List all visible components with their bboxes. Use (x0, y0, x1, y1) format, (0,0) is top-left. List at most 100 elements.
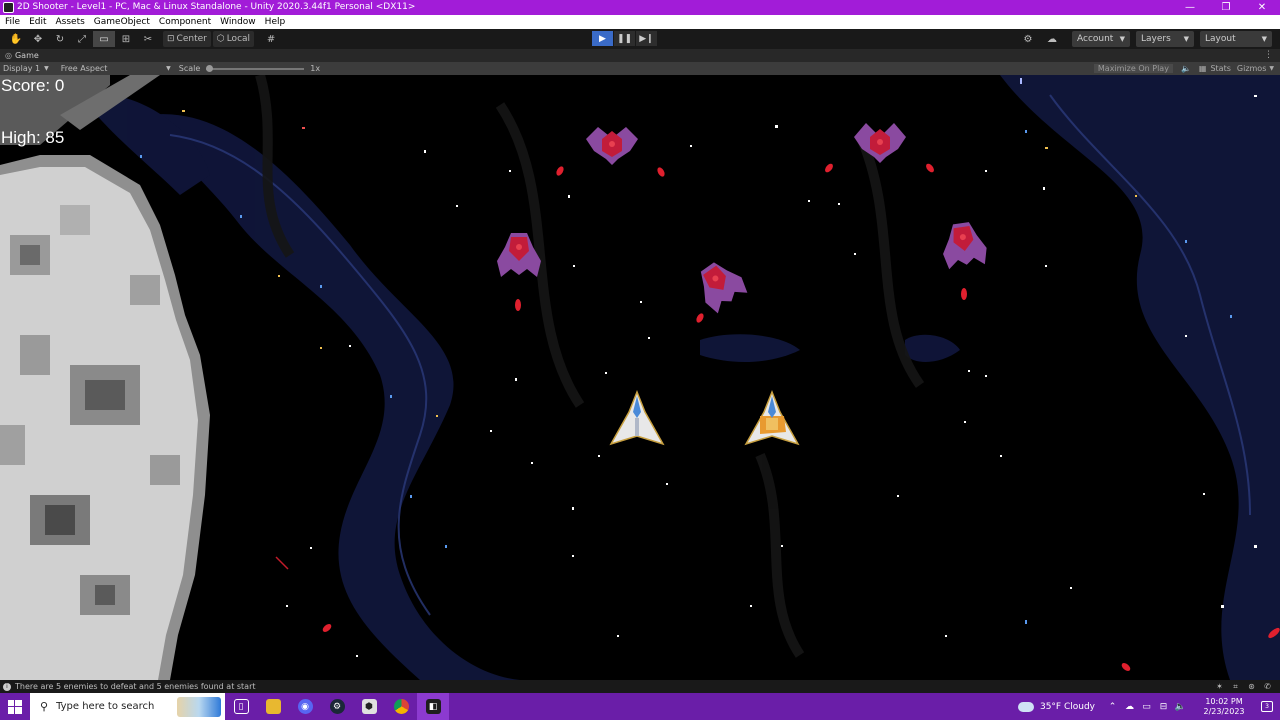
search-highlight-image (177, 697, 221, 717)
game-view[interactable]: Score: 0 High: 85 (0, 75, 1280, 680)
game-tab-row: ◎ Game ⋮ (0, 49, 1280, 62)
pause-button[interactable]: ❚❚ (614, 31, 636, 46)
account-label: Account (1077, 34, 1114, 44)
task-view-icon: ▯ (233, 699, 249, 714)
unity-editor-window: 2D Shooter - Level1 - PC, Mac & Linux St… (0, 0, 1280, 720)
pivot-icon: ⊡ (167, 34, 175, 44)
menu-component[interactable]: Component (159, 15, 211, 29)
mute-audio-icon[interactable]: 🔈 (1181, 64, 1191, 73)
rotate-tool-icon[interactable]: ↻ (49, 31, 71, 47)
scale-label: Scale (178, 64, 201, 73)
tab-game[interactable]: Game (15, 51, 39, 60)
weather-widget[interactable]: 35°F Cloudy (1017, 701, 1095, 712)
aspect-dropdown[interactable]: Free Aspect ▼ (61, 64, 171, 73)
rect-tool-icon[interactable]: ▭ (93, 31, 115, 47)
move-tool-icon[interactable]: ✥ (27, 31, 49, 47)
chevron-down-icon[interactable]: ▼ (1269, 65, 1274, 72)
console-status-bar[interactable]: i There are 5 enemies to defeat and 5 en… (0, 680, 1280, 693)
display-dropdown[interactable]: Display 1 ▼ (3, 64, 49, 73)
step-button[interactable]: ▶❙ (636, 31, 658, 46)
network-icon[interactable]: ⊟ (1156, 702, 1171, 712)
player-ship-shielded (744, 389, 800, 446)
notification-center-button[interactable]: 3 (1254, 693, 1280, 720)
game-controller-icon: ◎ (5, 51, 12, 60)
more-options-icon[interactable]: ⋮ (1264, 49, 1273, 62)
steam-button[interactable]: ⚙ (321, 693, 353, 720)
scale-tool-icon[interactable]: ⤢ (71, 31, 93, 47)
main-toolbar: ✋ ✥ ↻ ⤢ ▭ ⊞ ✂ ⊡ Center ⬡ Local # ▶ ❚❚ ▶❙… (0, 29, 1280, 49)
battery-icon[interactable]: ▭ (1139, 702, 1154, 712)
hand-tool-icon[interactable]: ✋ (5, 31, 27, 47)
cloud-icon[interactable]: ☁ (1042, 31, 1062, 47)
chrome-icon (393, 699, 409, 714)
minimize-button[interactable]: — (1172, 0, 1208, 15)
play-controls: ▶ ❚❚ ▶❙ (592, 31, 658, 46)
layout-dropdown[interactable]: Layout ▼ (1200, 31, 1272, 47)
visual-studio-button[interactable]: ◧ (417, 693, 449, 720)
enemy-ship (586, 127, 638, 165)
feedback-icon[interactable]: ✆ (1261, 682, 1274, 691)
menu-help[interactable]: Help (265, 15, 286, 29)
menu-gameobject[interactable]: GameObject (94, 15, 150, 29)
discord-button[interactable]: ◉ (289, 693, 321, 720)
enemy-ship (700, 262, 748, 314)
chevron-up-icon[interactable]: ⌃ (1105, 702, 1120, 712)
chevron-down-icon: ▼ (44, 65, 49, 72)
account-dropdown[interactable]: Account ▼ (1072, 31, 1130, 47)
maximize-button[interactable]: ❐ (1208, 0, 1244, 15)
transform-tools: ✋ ✥ ↻ ⤢ ▭ ⊞ ✂ (5, 31, 159, 47)
local-space-icon: ⬡ (216, 34, 225, 44)
window-title: 2D Shooter - Level1 - PC, Mac & Linux St… (17, 2, 416, 12)
scale-slider[interactable] (206, 64, 305, 72)
play-button[interactable]: ▶ (592, 31, 614, 46)
custom-tool-icon[interactable]: ✂ (137, 31, 159, 47)
taskbar-search-input[interactable]: ⚲ Type here to search (30, 693, 225, 720)
pivot-toggle-button[interactable]: ⊡ Center (163, 31, 211, 47)
onedrive-icon[interactable]: ☁ (1122, 702, 1137, 712)
layers-dropdown[interactable]: Layers ▼ (1136, 31, 1194, 47)
chevron-down-icon: ▼ (166, 65, 171, 72)
game-view-options: Maximize On Play 🔈 ▦ Stats Gizmos ▼ (1086, 62, 1274, 75)
network-icon[interactable]: ⌗ (1229, 682, 1242, 692)
clock-time: 10:02 PM (1205, 696, 1243, 706)
aspect-label: Free Aspect (60, 64, 108, 73)
weather-text: 35°F Cloudy (1039, 701, 1095, 712)
taskbar-clock[interactable]: 10:02 PM 2/23/2023 (1194, 697, 1254, 717)
discord-icon: ◉ (297, 699, 313, 714)
menu-file[interactable]: File (5, 15, 20, 29)
scale-control: Scale 1x (179, 64, 320, 73)
status-icons: ✶ ⌗ ⊛ ✆ (1210, 680, 1274, 693)
transform-tool-icon[interactable]: ⊞ (115, 31, 137, 47)
space-label: Local (226, 34, 251, 44)
visual-studio-icon: ◧ (425, 699, 441, 714)
menu-assets[interactable]: Assets (56, 15, 85, 29)
unity-icon: ⬢ (361, 699, 377, 714)
close-button[interactable]: ✕ (1244, 0, 1280, 15)
steam-icon: ⚙ (329, 699, 345, 714)
file-explorer-button[interactable] (257, 693, 289, 720)
unity-logo-icon (3, 2, 14, 13)
space-toggle-button[interactable]: ⬡ Local (212, 31, 255, 47)
task-view-button[interactable]: ▯ (225, 693, 257, 720)
display-label: Display 1 (3, 64, 41, 73)
collab-icon[interactable]: ⊛ (1245, 682, 1258, 691)
unity-hub-button[interactable]: ⬢ (353, 693, 385, 720)
scale-slider-handle[interactable] (206, 64, 214, 72)
chevron-down-icon: ▼ (1119, 35, 1125, 43)
menu-edit[interactable]: Edit (29, 15, 46, 29)
layers-label: Layers (1141, 34, 1171, 44)
volume-icon[interactable]: 🔈 (1173, 702, 1188, 712)
player-ship (609, 389, 665, 446)
chrome-button[interactable] (385, 693, 417, 720)
gizmos-dropdown[interactable]: Gizmos (1237, 64, 1266, 73)
menu-window[interactable]: Window (220, 15, 256, 29)
enemy-ship (854, 123, 906, 163)
start-button[interactable] (0, 693, 30, 720)
toolbar-right: ⚙ ☁ Account ▼ Layers ▼ Layout ▼ (1018, 31, 1272, 47)
services-gear-icon[interactable]: ⚙ (1018, 31, 1038, 47)
stats-toggle[interactable]: Stats (1210, 64, 1230, 73)
console-message[interactable]: There are 5 enemies to defeat and 5 enem… (15, 682, 256, 691)
bake-lighting-icon[interactable]: ✶ (1213, 682, 1226, 691)
maximize-on-play-toggle[interactable]: Maximize On Play (1093, 64, 1173, 73)
grid-snap-icon[interactable]: # (260, 31, 282, 47)
